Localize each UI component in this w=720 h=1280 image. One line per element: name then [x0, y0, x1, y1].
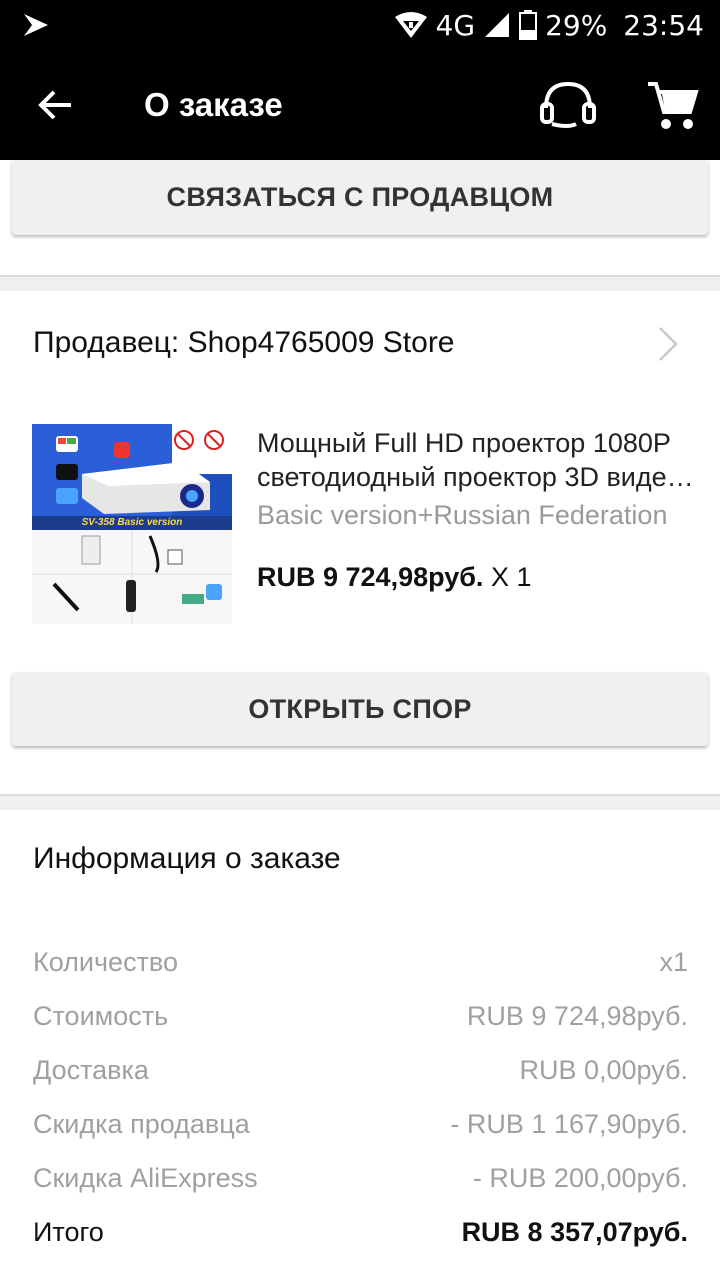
- contact-seller-button[interactable]: СВЯЗАТЬСЯ С ПРОДАВЦОМ: [12, 160, 708, 235]
- row-value: RUB 9 724,98руб.: [466, 1000, 688, 1031]
- section-divider: [0, 794, 720, 810]
- signal-icon: [483, 11, 511, 39]
- back-button[interactable]: [30, 80, 80, 130]
- row-label: Количество: [33, 946, 178, 977]
- product-price-row: RUB 9 724,98руб. X 1: [257, 562, 531, 593]
- order-info-row-aliexpress-discount: Скидка AliExpress - RUB 200,00руб.: [33, 1158, 688, 1198]
- product-price: RUB 9 724,98руб.: [257, 562, 484, 592]
- page-title: О заказе: [144, 86, 283, 123]
- seller-row[interactable]: Продавец: Shop4765009 Store: [0, 300, 720, 386]
- status-bar: 4G 29% 23:54: [0, 0, 720, 50]
- network-type: 4G: [435, 8, 476, 42]
- row-label: Доставка: [33, 1054, 149, 1085]
- arrow-left-icon: [38, 90, 71, 120]
- order-info-row-cost: Стоимость RUB 9 724,98руб.: [33, 996, 688, 1036]
- row-label: Итого: [33, 1216, 104, 1247]
- product-item[interactable]: SV-358 Basic version Мощный Full HD прое…: [0, 410, 720, 640]
- order-info-row-total: Итого RUB 8 357,07руб.: [33, 1212, 688, 1252]
- row-value: RUB 0,00руб.: [519, 1054, 688, 1085]
- product-quantity: X 1: [490, 562, 532, 592]
- headset-icon: [540, 81, 596, 128]
- clock: 23:54: [623, 8, 704, 42]
- cart-button[interactable]: [644, 78, 700, 134]
- row-value: - RUB 1 167,90руб.: [450, 1108, 688, 1139]
- order-info-row-seller-discount: Скидка продавца - RUB 1 167,90руб.: [33, 1104, 688, 1144]
- cart-icon: [648, 82, 699, 129]
- row-label: Стоимость: [33, 1000, 169, 1031]
- row-value: - RUB 200,00руб.: [472, 1162, 688, 1193]
- chevron-right-icon: [659, 327, 678, 361]
- product-image-caption: SV-358 Basic version: [32, 516, 232, 530]
- order-info-row-shipping: Доставка RUB 0,00руб.: [33, 1050, 688, 1090]
- order-info-row-quantity: Количество x1: [33, 942, 688, 982]
- section-divider: [0, 275, 720, 291]
- product-variant: Basic version+Russian Federation: [257, 500, 668, 530]
- product-title: Мощный Full HD проектор 1080P светодиодн…: [257, 428, 682, 492]
- row-value: x1: [659, 946, 688, 977]
- battery-percent: 29%: [545, 8, 608, 42]
- row-label: Скидка продавца: [33, 1108, 250, 1139]
- support-button[interactable]: [536, 78, 600, 134]
- product-image: SV-358 Basic version: [32, 424, 232, 624]
- seller-name: Продавец: Shop4765009 Store: [33, 326, 455, 359]
- app-bar: О заказе: [0, 50, 720, 160]
- play-store-notification-icon: [22, 12, 50, 43]
- row-label: Скидка AliExpress: [33, 1162, 258, 1193]
- open-dispute-button[interactable]: ОТКРЫТЬ СПОР: [12, 672, 708, 746]
- wifi-icon: [394, 11, 428, 39]
- row-value: RUB 8 357,07руб.: [461, 1216, 688, 1247]
- battery-icon: [519, 10, 538, 40]
- order-info-title: Информация о заказе: [33, 842, 341, 875]
